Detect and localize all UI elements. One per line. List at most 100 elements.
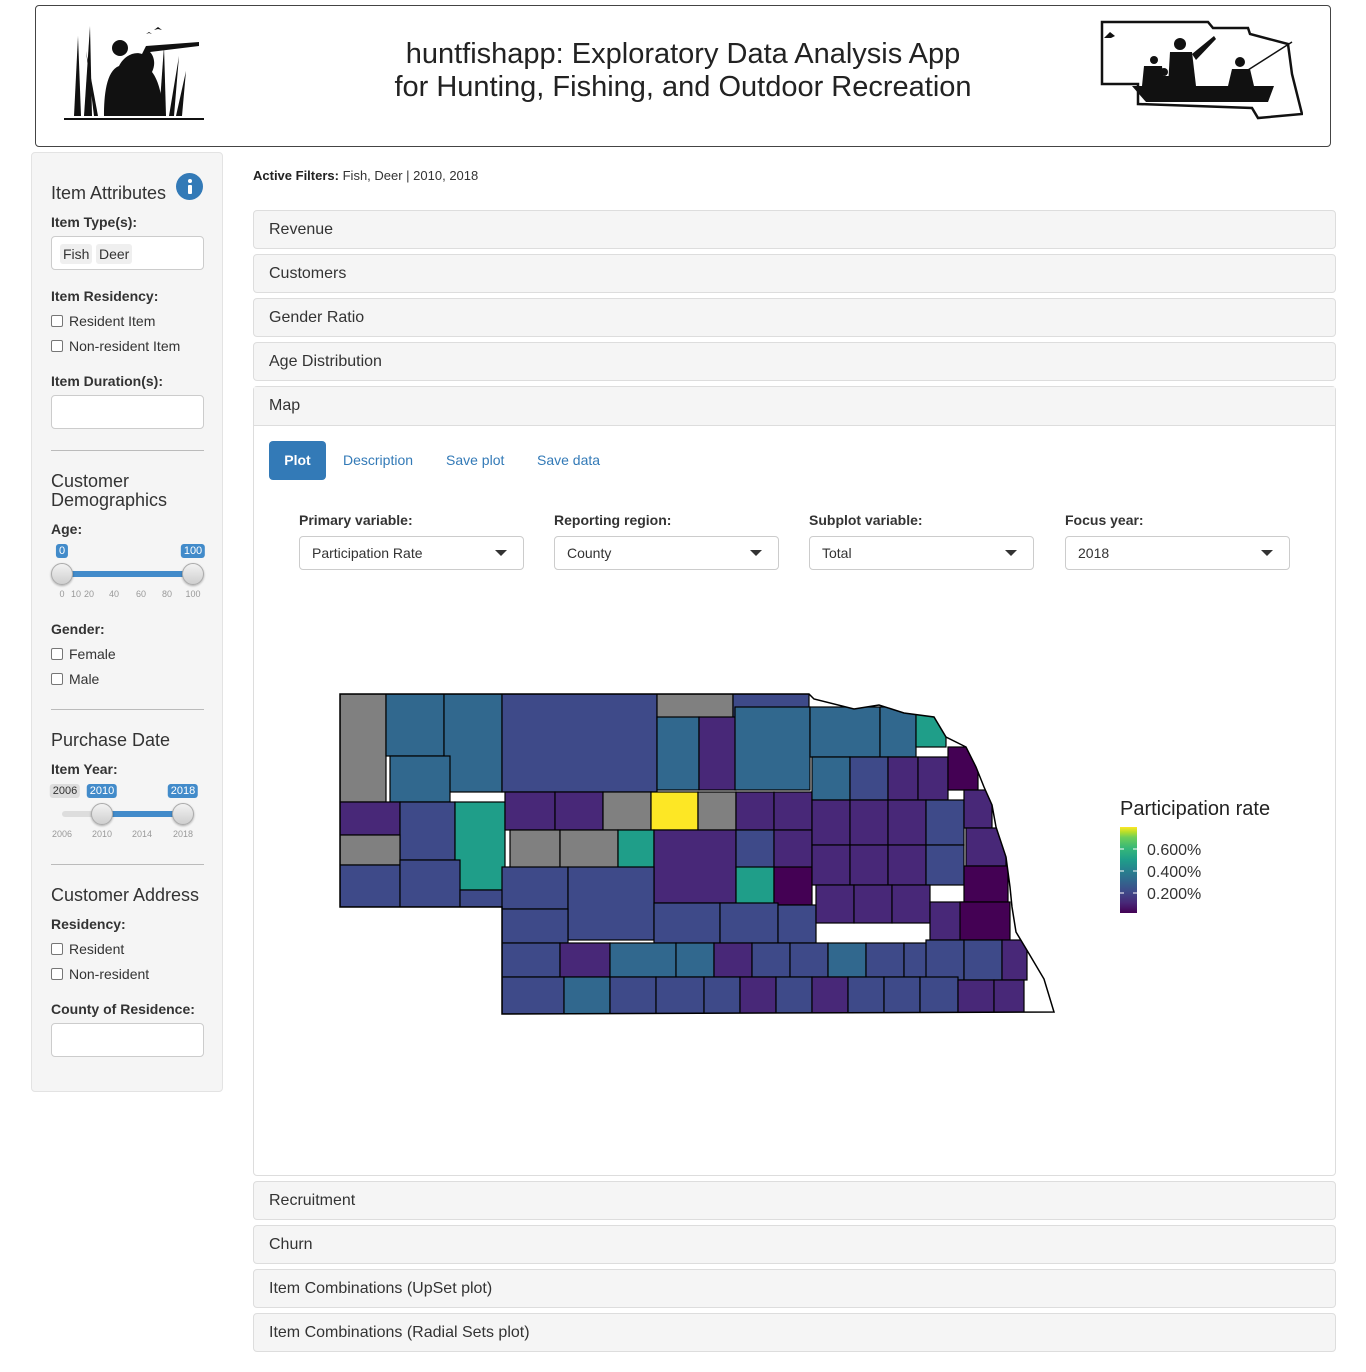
year-from-badge: 2010 <box>86 784 118 798</box>
checkbox-box[interactable] <box>51 315 63 327</box>
item-attributes-heading: Item Attributes <box>51 183 167 203</box>
county-region <box>655 976 705 1014</box>
county-region <box>653 902 721 944</box>
county-region <box>809 706 881 758</box>
checkbox-box[interactable] <box>51 968 63 980</box>
county-region <box>509 829 561 869</box>
county-region <box>811 756 851 801</box>
county-label: County of Residence: <box>51 1001 195 1017</box>
panel-age-distribution[interactable]: Age Distribution <box>253 342 1336 381</box>
county-region <box>915 706 947 748</box>
county-region <box>883 976 921 1014</box>
county-region <box>559 942 611 978</box>
county-region <box>773 866 813 906</box>
residency-label: Residency: <box>51 916 126 932</box>
county-region <box>340 801 401 836</box>
checkbox-box[interactable] <box>51 673 63 685</box>
divider <box>51 864 204 865</box>
item-year-slider[interactable]: 2006 2010 2018 2006 2010 2014 2018 <box>49 784 204 844</box>
county-region <box>751 942 791 978</box>
app-title-line1: huntfishapp: Exploratory Data Analysis A… <box>405 38 961 70</box>
panel-radial-sets[interactable]: Item Combinations (Radial Sets plot) <box>253 1313 1336 1352</box>
panel-map: Map Plot Description Save plot Save data… <box>253 386 1336 1176</box>
nonresident-checkbox[interactable]: Non-resident <box>51 966 149 982</box>
county-region <box>849 844 889 886</box>
boat-fishing-logo-icon <box>1100 20 1303 120</box>
county-region <box>773 791 813 831</box>
year-to-badge: 2018 <box>167 784 199 798</box>
county-region <box>559 829 619 869</box>
item-types-input[interactable]: Fish Deer <box>51 236 204 270</box>
county-region <box>777 904 817 944</box>
county-region <box>925 799 965 846</box>
nonresident-item-checkbox[interactable]: Non-resident Item <box>51 338 180 354</box>
checkbox-box[interactable] <box>51 943 63 955</box>
county-region <box>847 976 885 1014</box>
county-region <box>501 908 569 944</box>
sidebar: Item Attributes Item Type(s): Fish Deer … <box>31 152 223 1092</box>
county-region <box>653 829 737 904</box>
county-region <box>459 889 506 908</box>
panel-revenue[interactable]: Revenue <box>253 210 1336 249</box>
county-region <box>554 791 604 831</box>
county-region <box>698 716 737 791</box>
county-region <box>501 694 658 793</box>
county-region <box>887 844 927 886</box>
panel-customers[interactable]: Customers <box>253 254 1336 293</box>
checkbox-box[interactable] <box>51 340 63 352</box>
demographics-heading-line1: Customer <box>51 471 130 491</box>
checkbox-box[interactable] <box>51 648 63 660</box>
county-region <box>734 706 811 791</box>
panel-upset[interactable]: Item Combinations (UpSet plot) <box>253 1269 1336 1308</box>
age-max-badge: 100 <box>180 544 206 558</box>
county-region <box>443 694 503 793</box>
county-region <box>399 859 461 908</box>
item-type-chip[interactable]: Deer <box>96 244 133 264</box>
county-input[interactable] <box>51 1023 204 1057</box>
item-duration-input[interactable] <box>51 395 204 429</box>
county-region <box>650 791 699 831</box>
info-icon[interactable] <box>176 173 203 200</box>
panel-churn[interactable]: Churn <box>253 1225 1336 1264</box>
customer-address-heading: Customer Address <box>51 885 200 905</box>
year-from-handle[interactable] <box>91 803 113 825</box>
item-type-chip[interactable]: Fish <box>60 244 93 264</box>
checkbox-label: Resident Item <box>69 313 156 329</box>
resident-item-checkbox[interactable]: Resident Item <box>51 313 155 329</box>
county-region <box>735 829 775 869</box>
county-region <box>959 901 1011 941</box>
county-region <box>887 756 919 801</box>
county-region <box>602 791 652 831</box>
demographics-heading: Customer Demographics <box>51 472 167 510</box>
app-header: huntfishapp: Exploratory Data Analysis A… <box>35 5 1331 147</box>
active-filters-label: Active Filters: <box>253 168 339 183</box>
county-region <box>865 942 905 978</box>
age-max-handle[interactable] <box>182 563 204 585</box>
county-region <box>656 716 700 791</box>
county-region <box>504 791 556 831</box>
panel-recruitment[interactable]: Recruitment <box>253 1181 1336 1220</box>
age-slider[interactable]: 0 100 0 10 20 40 60 80 100 <box>51 544 206 604</box>
county-region <box>789 942 829 978</box>
age-min-handle[interactable] <box>51 563 73 585</box>
map-legend: Participation rate 0.600% 0.400% 0.200% <box>1120 798 1270 913</box>
county-region <box>703 976 741 1014</box>
resident-checkbox[interactable]: Resident <box>51 941 124 957</box>
county-region <box>675 942 715 978</box>
county-region <box>849 799 889 846</box>
year-tick: 2006 <box>51 829 73 839</box>
active-filters-value: Fish, Deer | 2010, 2018 <box>342 168 479 183</box>
age-tick: 60 <box>135 589 147 599</box>
year-to-handle[interactable] <box>172 803 194 825</box>
divider <box>51 709 204 710</box>
county-region <box>925 939 965 981</box>
panel-gender-ratio[interactable]: Gender Ratio <box>253 298 1336 337</box>
female-checkbox[interactable]: Female <box>51 646 116 662</box>
county-region <box>617 829 655 869</box>
age-tick: 10 <box>70 589 82 599</box>
year-tick: 2018 <box>172 829 194 839</box>
legend-colorbar <box>1120 827 1137 913</box>
county-region <box>965 827 1007 867</box>
age-tick: 100 <box>185 589 201 599</box>
male-checkbox[interactable]: Male <box>51 671 99 687</box>
